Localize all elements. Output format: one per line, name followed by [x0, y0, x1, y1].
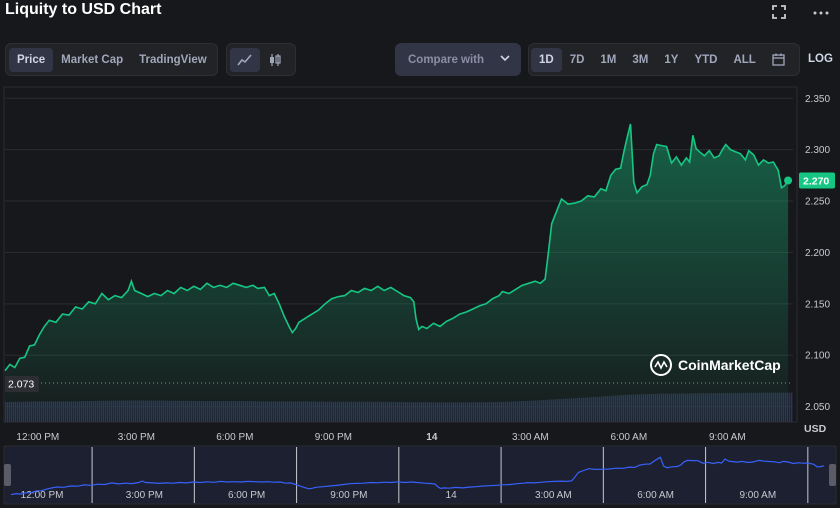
navigator-tick-label: 9:00 AM	[739, 490, 776, 501]
watermark-text: CoinMarketCap	[678, 357, 781, 373]
open-price-badge: 2.073	[5, 375, 39, 392]
y-tick-label: 2.050	[805, 402, 830, 413]
navigator-tick-label: 14	[446, 490, 458, 501]
navigator-right-handle[interactable]	[829, 464, 836, 486]
y-unit-label: USD	[804, 423, 827, 435]
navigator-tick-label: 3:00 AM	[535, 490, 572, 501]
x-tick-label: 6:00 AM	[610, 432, 647, 443]
navigator-tick-label: 12:00 PM	[21, 490, 64, 501]
x-tick-label: 9:00 AM	[709, 432, 746, 443]
y-tick-label: 2.250	[805, 197, 830, 208]
x-tick-label: 3:00 PM	[118, 432, 155, 443]
x-tick-label: 14	[426, 432, 438, 443]
navigator-tick-label: 6:00 AM	[637, 490, 674, 501]
current-price-badge: 2.270	[799, 172, 835, 189]
y-tick-label: 2.150	[805, 299, 830, 310]
price-chart[interactable]: 2.073 2.270 2.350 2.300 2.250 2.200 2.150 2.1…	[0, 0, 840, 508]
current-price-dot	[784, 176, 793, 185]
price-area	[5, 124, 789, 422]
y-tick-label: 2.300	[805, 145, 830, 156]
navigator[interactable]: 12:00 PM 3:00 PM 6:00 PM 9:00 PM 14 3:00 AM 6:…	[3, 445, 837, 505]
x-tick-label: 12:00 PM	[16, 432, 59, 443]
x-tick-label: 9:00 PM	[315, 432, 352, 443]
open-price-label: 2.073	[8, 378, 34, 390]
volume-bar	[789, 392, 791, 422]
volume-bar	[791, 392, 793, 422]
navigator-tick-label: 3:00 PM	[126, 490, 163, 501]
y-tick-label: 2.350	[805, 94, 830, 105]
navigator-tick-label: 9:00 PM	[330, 490, 367, 501]
x-tick-label: 6:00 PM	[216, 432, 253, 443]
x-tick-label: 3:00 AM	[512, 432, 549, 443]
navigator-left-handle[interactable]	[4, 464, 11, 486]
navigator-tick-label: 6:00 PM	[228, 490, 265, 501]
y-tick-label: 2.100	[805, 351, 830, 362]
current-price-label: 2.270	[803, 175, 829, 187]
y-tick-label: 2.200	[805, 248, 830, 259]
